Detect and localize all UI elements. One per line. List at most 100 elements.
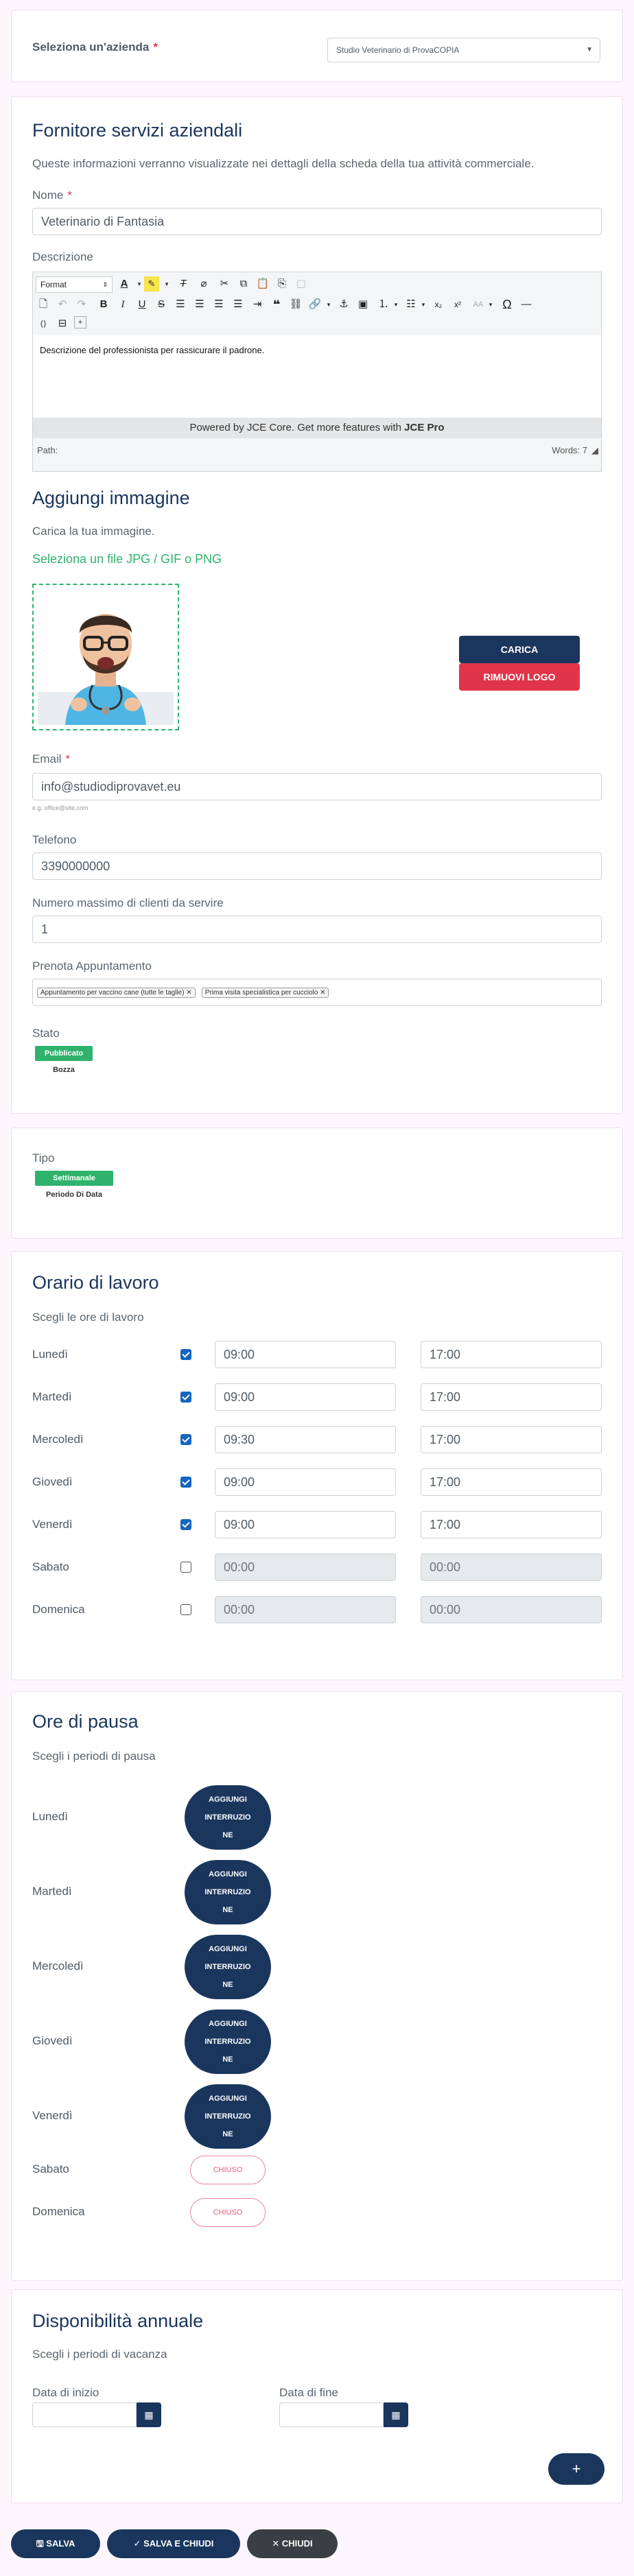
appointment-tag: Appuntamento per vaccino cane (tutte le …	[37, 988, 196, 998]
calendar-icon[interactable]: ▦	[137, 2402, 161, 2427]
calendar-icon[interactable]: ▦	[384, 2402, 408, 2427]
align-right-icon[interactable]: ☰	[231, 297, 246, 312]
remove-logo-button[interactable]: RIMUOVI LOGO	[459, 663, 580, 691]
save-close-button[interactable]: ✓ SALVA E CHIUDI	[107, 2529, 240, 2558]
day-enabled-checkbox[interactable]	[180, 1434, 191, 1445]
expand-icon[interactable]: +	[74, 316, 86, 329]
indent-icon[interactable]: ⇥	[250, 297, 265, 312]
start-time-input[interactable]: 09:30	[215, 1426, 396, 1453]
start-time-input[interactable]: 09:00	[215, 1341, 396, 1368]
end-time-input[interactable]: 17:00	[421, 1383, 602, 1411]
appointments-multiselect[interactable]: Appuntamento per vaccino cane (tutte le …	[32, 979, 602, 1006]
blockquote-icon[interactable]: ❝	[269, 297, 284, 312]
add-break-button[interactable]: AGGIUNGI INTERRUZIO NE	[185, 1860, 271, 1924]
start-time-input[interactable]: 09:00	[215, 1511, 396, 1538]
subscript-icon[interactable]: x₂	[431, 297, 446, 312]
image-dropzone[interactable]	[32, 584, 179, 730]
add-break-button[interactable]: AGGIUNGI INTERRUZIO NE	[185, 1785, 271, 1850]
end-time-input[interactable]: 17:00	[421, 1468, 602, 1496]
company-select[interactable]: Studio Veterinario di ProvaCOPIA ▼	[327, 38, 600, 62]
add-break-button[interactable]: AGGIUNGI INTERRUZIO NE	[185, 1935, 271, 1999]
horizontal-rule-icon[interactable]: —	[519, 297, 534, 312]
editor-content[interactable]: Descrizione del professionista per rassi…	[33, 335, 601, 418]
add-break-button[interactable]: AGGIUNGI INTERRUZIO NE	[185, 2009, 271, 2074]
start-time-input[interactable]: 09:00	[215, 1383, 396, 1411]
paste-icon[interactable]: 📋	[255, 276, 270, 291]
day-enabled-checkbox[interactable]	[180, 1477, 191, 1488]
add-period-button[interactable]: +	[548, 2453, 604, 2485]
italic-icon[interactable]: I	[115, 297, 130, 312]
end-time-input[interactable]: 00:00	[421, 1596, 602, 1623]
align-left-icon[interactable]: ☰	[192, 297, 207, 312]
chevron-down-icon[interactable]: ▾	[321, 297, 336, 312]
align-justify-icon[interactable]: ☰	[173, 297, 188, 312]
add-break-button[interactable]: AGGIUNGI INTERRUZIO NE	[185, 2084, 271, 2149]
remove-tag-icon[interactable]: ✕	[320, 989, 325, 997]
image-select-link[interactable]: Seleziona un file JPG / GIF o PNG	[32, 552, 222, 567]
font-color-icon[interactable]: A	[117, 276, 132, 291]
chevron-down-icon[interactable]: ▾	[388, 297, 403, 312]
underline-icon[interactable]: U	[134, 297, 150, 312]
redo-icon[interactable]: ↷	[74, 297, 89, 312]
paste-word-icon[interactable]: ▢	[294, 276, 309, 291]
page-break-icon[interactable]: ⊟	[55, 316, 70, 331]
remove-tag-icon[interactable]: ✕	[186, 989, 191, 997]
chevron-down-icon[interactable]: ▾	[483, 297, 498, 312]
image-icon[interactable]: ▣	[355, 297, 371, 312]
end-time-input[interactable]: 17:00	[421, 1341, 602, 1368]
end-date-input[interactable]	[279, 2402, 384, 2427]
max-clients-input[interactable]: 1	[32, 916, 602, 943]
clear-format-icon[interactable]: T	[176, 276, 191, 291]
end-time-input[interactable]: 17:00	[421, 1511, 602, 1538]
anchor-icon[interactable]: ⚓	[336, 297, 351, 312]
start-time-input[interactable]: 00:00	[215, 1553, 396, 1581]
closed-button[interactable]: CHIUSO	[190, 2156, 266, 2184]
name-input[interactable]: Veterinario di Fantasia	[32, 208, 602, 235]
day-enabled-checkbox[interactable]	[180, 1562, 191, 1573]
end-time-input[interactable]: 17:00	[421, 1426, 602, 1453]
day-enabled-checkbox[interactable]	[180, 1392, 191, 1403]
align-center-icon[interactable]: ☰	[211, 297, 226, 312]
format-painter-icon[interactable]: ⌀	[196, 276, 211, 291]
save-button[interactable]: 🖫 SALVA	[11, 2529, 100, 2558]
close-button[interactable]: ✕ CHIUDI	[247, 2529, 338, 2558]
status-published-option[interactable]: Pubblicato	[35, 1046, 93, 1061]
strikethrough-icon[interactable]: S	[154, 297, 169, 312]
format-select[interactable]: Format ⇕	[36, 276, 113, 293]
chevron-updown-icon: ⇕	[102, 281, 108, 288]
code-icon[interactable]: ⟨⟩	[36, 316, 51, 331]
copy-icon[interactable]: ⧉	[236, 276, 251, 291]
highlight-icon[interactable]: ✎	[144, 276, 159, 291]
start-time-input[interactable]: 00:00	[215, 1596, 396, 1623]
paste-text-icon[interactable]: ⎘	[274, 276, 290, 291]
add-break-label: AGGIUNGI INTERRUZIO NE	[204, 1945, 251, 1989]
superscript-icon[interactable]: x²	[450, 297, 465, 312]
break-day-label: Sabato	[32, 2162, 69, 2175]
chevron-down-icon[interactable]: ▾	[159, 276, 174, 291]
link-icon[interactable]: 🔗	[307, 297, 322, 312]
cut-icon[interactable]: ✂	[217, 276, 232, 291]
day-enabled-checkbox[interactable]	[180, 1604, 191, 1615]
availability-title: Disponibilità annuale	[32, 2311, 204, 2331]
description-label: Descrizione	[32, 250, 93, 263]
end-time-input[interactable]: 00:00	[421, 1553, 602, 1581]
special-char-icon[interactable]: Ω	[500, 297, 515, 312]
status-draft-option[interactable]: Bozza	[35, 1062, 93, 1077]
upload-button[interactable]: CARICA	[459, 636, 580, 663]
start-date-input[interactable]	[32, 2402, 137, 2427]
hours-day-label: Mercoledì	[32, 1433, 84, 1446]
unlink-icon[interactable]: ⛓	[288, 297, 303, 312]
new-document-icon[interactable]: 🗋	[36, 297, 51, 312]
bold-icon[interactable]: B	[96, 297, 111, 312]
resize-handle-icon[interactable]: ◢	[591, 438, 598, 463]
closed-button[interactable]: CHIUSO	[190, 2198, 266, 2227]
chevron-down-icon[interactable]: ▾	[416, 297, 431, 312]
type-date-range-option[interactable]: Periodo Di Data	[35, 1187, 113, 1202]
phone-input[interactable]: 3390000000	[32, 852, 602, 880]
day-enabled-checkbox[interactable]	[180, 1519, 191, 1530]
start-time-input[interactable]: 09:00	[215, 1468, 396, 1496]
type-weekly-option[interactable]: Settimanale	[35, 1171, 113, 1186]
undo-icon[interactable]: ↶	[55, 297, 70, 312]
email-input[interactable]: info@studiodiprovavet.eu	[32, 773, 602, 800]
day-enabled-checkbox[interactable]	[180, 1349, 191, 1360]
